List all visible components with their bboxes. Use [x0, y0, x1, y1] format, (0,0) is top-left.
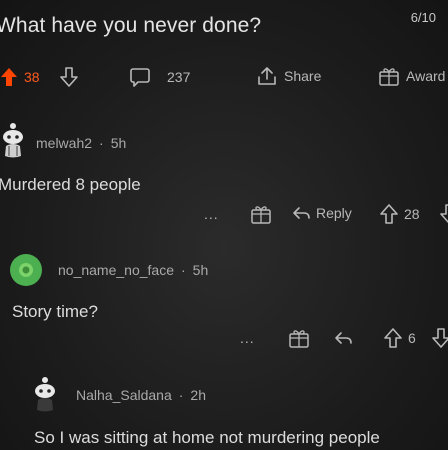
reply-button[interactable]: Reply [292, 205, 352, 221]
comment-author[interactable]: no_name_no_face [58, 262, 174, 278]
snoo-avatar-icon [3, 123, 23, 158]
downvote-button[interactable] [60, 67, 78, 87]
post-vote-count: 38 [24, 69, 40, 85]
page-counter: 6/10 [410, 10, 436, 25]
comment-body: So I was sitting at home not murdering p… [34, 428, 380, 447]
reply-label: Reply [316, 205, 352, 221]
upvote-arrow-icon [1, 68, 17, 86]
separator-dot: · [178, 387, 184, 403]
comment-bubble-icon [130, 68, 150, 87]
post-title: What have you never done? [0, 14, 262, 37]
comment-action-bar: ... 6 [234, 328, 448, 352]
comment-melwah2: melwah2 · 5h [0, 123, 127, 160]
upvote-button[interactable]: 6 [384, 328, 416, 348]
comment-time: 5h [110, 135, 127, 151]
share-icon [258, 67, 276, 85]
award-button[interactable]: Award [378, 66, 445, 86]
post-comment-count: 237 [167, 69, 191, 85]
downvote-arrow-icon [60, 67, 78, 87]
comment-vote-count: 6 [408, 330, 416, 346]
award-gift-icon [379, 68, 399, 86]
downvote-arrow-icon [432, 328, 448, 348]
award-label: Award [406, 68, 446, 84]
comment-body: Murdered 8 people [0, 175, 141, 194]
comment-author[interactable]: Nalha_Saldana [76, 387, 172, 403]
comment-author[interactable]: melwah2 [36, 135, 92, 151]
upvote-button[interactable]: 28 [380, 204, 420, 224]
comment-action-bar: ... Reply 28 [200, 204, 448, 228]
reply-button[interactable] [334, 330, 352, 346]
avatar-icon [19, 263, 33, 277]
more-options-button[interactable]: ... [240, 330, 255, 346]
downvote-arrow-icon [440, 204, 448, 224]
reply-arrow-icon [335, 332, 352, 344]
post-action-bar: 38 237 Share Award [0, 64, 448, 90]
comment-body: Story time? [12, 302, 98, 321]
snoo-avatar-icon [35, 377, 55, 412]
separator-dot: · [181, 262, 186, 278]
downvote-button[interactable] [440, 204, 448, 224]
upvote-arrow-icon [384, 328, 402, 348]
comments-button[interactable]: 237 [129, 67, 190, 87]
share-label: Share [284, 68, 322, 84]
share-button[interactable]: Share [256, 65, 321, 87]
user-avatar[interactable] [10, 254, 42, 286]
comment-nalha-saldana: Nalha_Saldana · 2h [32, 376, 206, 414]
comment-time: 5h [192, 262, 209, 278]
upvote-button[interactable]: 38 [0, 67, 40, 87]
award-button[interactable] [250, 204, 272, 224]
award-gift-icon [289, 330, 309, 348]
reply-arrow-icon [293, 207, 310, 219]
comment-vote-count: 28 [404, 206, 420, 222]
more-options-button[interactable]: ... [204, 206, 219, 222]
award-button[interactable] [288, 328, 310, 348]
award-gift-icon [251, 206, 271, 224]
comment-time: 2h [190, 387, 206, 403]
upvote-arrow-icon [380, 204, 398, 224]
comment-no-name-no-face: no_name_no_face · 5h [10, 254, 208, 286]
separator-dot: · [99, 135, 104, 151]
downvote-button[interactable] [432, 328, 448, 348]
snoo-avatar[interactable] [0, 122, 26, 160]
snoo-avatar[interactable] [32, 376, 58, 414]
